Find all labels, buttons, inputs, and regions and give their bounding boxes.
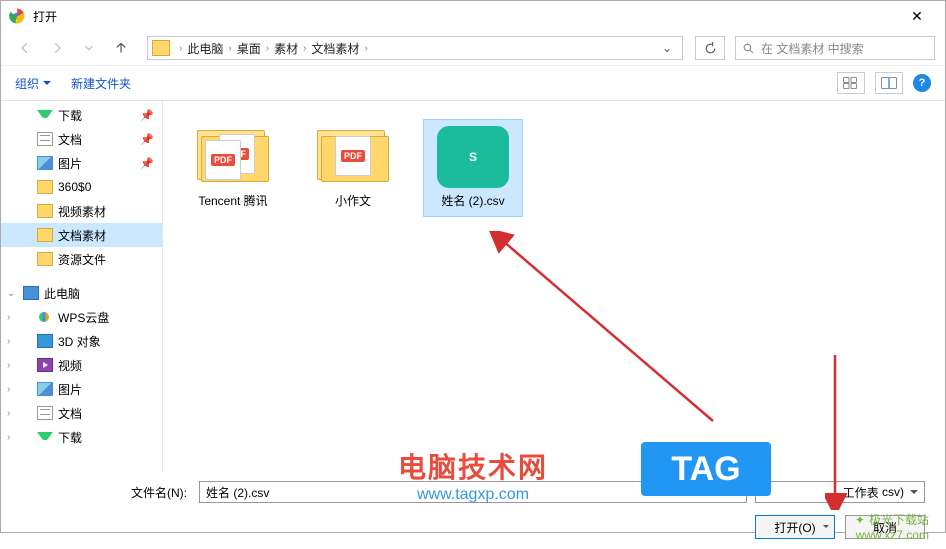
recent-button[interactable]: [75, 34, 103, 62]
search-placeholder: 在 文档素材 中搜索: [761, 40, 864, 57]
window-title: 打开: [33, 8, 897, 25]
sidebar: 下载 📌 文档 📌 图片 📌 360$0 视频素材 文档素材 资源文件 ⌄此电脑 ›W…: [1, 101, 163, 471]
file-item-csv[interactable]: S 姓名 (2).csv: [423, 119, 523, 217]
filename-input[interactable]: [199, 481, 747, 503]
file-item-folder[interactable]: PDF PDF Tencent 腾讯: [183, 119, 283, 217]
sidebar-label: 360$0: [58, 180, 91, 194]
help-button[interactable]: ?: [913, 74, 931, 92]
sidebar-item-downloads[interactable]: 下载 📌: [1, 103, 162, 127]
toolbar: 组织 新建文件夹 ?: [1, 65, 945, 101]
sidebar-item-3d[interactable]: ›3D 对象: [1, 329, 162, 353]
folder-icon: [37, 252, 53, 266]
sidebar-label: 视频素材: [58, 203, 106, 220]
sidebar-label: WPS云盘: [58, 309, 109, 326]
sidebar-label: 文档: [58, 405, 82, 422]
sidebar-label: 此电脑: [44, 285, 80, 302]
crumb-material[interactable]: 素材: [274, 40, 298, 57]
breadcrumb[interactable]: › 此电脑 › 桌面 › 素材 › 文档素材 › ⌄: [147, 36, 683, 60]
crumb-pc[interactable]: 此电脑: [187, 40, 223, 57]
sidebar-label: 下载: [58, 429, 82, 446]
main-area: 下载 📌 文档 📌 图片 📌 360$0 视频素材 文档素材 资源文件 ⌄此电脑 ›W…: [1, 101, 945, 471]
sidebar-label: 视频: [58, 357, 82, 374]
new-folder-button[interactable]: 新建文件夹: [71, 75, 131, 92]
sidebar-label: 下载: [58, 107, 82, 124]
filetype-select[interactable]: 工作表 csv): [755, 481, 925, 503]
forward-button[interactable]: [43, 34, 71, 62]
up-button[interactable]: [107, 34, 135, 62]
folder-icon: [37, 180, 53, 194]
sidebar-item-videomat[interactable]: 视频素材: [1, 199, 162, 223]
file-label: 小作文: [335, 194, 371, 210]
search-input[interactable]: 在 文档素材 中搜索: [735, 36, 935, 60]
download-icon: [37, 110, 53, 124]
sidebar-item-downloads2[interactable]: ›下载: [1, 425, 162, 449]
sidebar-item-wps[interactable]: ›WPS云盘: [1, 305, 162, 329]
pin-icon: 📌: [140, 157, 154, 170]
sidebar-item-360[interactable]: 360$0: [1, 175, 162, 199]
sidebar-label: 图片: [58, 381, 82, 398]
video-icon: [37, 358, 53, 372]
sidebar-label: 图片: [58, 155, 82, 172]
file-label: Tencent 腾讯: [198, 194, 267, 210]
organize-button[interactable]: 组织: [15, 75, 51, 92]
sidebar-label: 文档素材: [58, 227, 106, 244]
sidebar-item-pictures[interactable]: 图片 📌: [1, 151, 162, 175]
refresh-button[interactable]: [695, 36, 725, 60]
folder-icon: [37, 204, 53, 218]
sidebar-item-resfiles[interactable]: 资源文件: [1, 247, 162, 271]
sidebar-item-pictures2[interactable]: ›图片: [1, 377, 162, 401]
pin-icon: 📌: [140, 109, 154, 122]
sidebar-item-videos[interactable]: ›视频: [1, 353, 162, 377]
footer: 文件名(N): 工作表 csv) 打开(O) 取消: [1, 471, 945, 549]
sidebar-item-documents2[interactable]: ›文档: [1, 401, 162, 425]
picture-icon: [37, 156, 53, 170]
chrome-icon: [9, 8, 25, 24]
folder-thumbnail: PDF: [317, 126, 389, 188]
sidebar-item-docmat[interactable]: 文档素材: [1, 223, 162, 247]
folder-thumbnail: PDF PDF: [197, 126, 269, 188]
sidebar-item-thispc[interactable]: ⌄此电脑: [1, 281, 162, 305]
document-icon: [37, 406, 53, 420]
file-item-folder[interactable]: PDF 小作文: [303, 119, 403, 217]
sidebar-label: 资源文件: [58, 251, 106, 268]
file-label: 姓名 (2).csv: [441, 194, 504, 210]
cube-icon: [37, 334, 53, 348]
sidebar-label: 3D 对象: [58, 333, 101, 350]
open-button[interactable]: 打开(O): [755, 515, 835, 539]
document-icon: [37, 132, 53, 146]
file-list: PDF PDF Tencent 腾讯 PDF 小作文 S 姓名 (2).csv: [163, 101, 945, 471]
folder-icon: [37, 228, 53, 242]
download-icon: [37, 432, 53, 446]
annotation-arrow: [483, 231, 733, 431]
back-button[interactable]: [11, 34, 39, 62]
crumb-desktop[interactable]: 桌面: [237, 40, 261, 57]
cancel-button[interactable]: 取消: [845, 515, 925, 539]
close-button[interactable]: ✕: [897, 8, 937, 25]
sidebar-item-documents[interactable]: 文档 📌: [1, 127, 162, 151]
navbar: › 此电脑 › 桌面 › 素材 › 文档素材 › ⌄ 在 文档素材 中搜索: [1, 31, 945, 65]
picture-icon: [37, 382, 53, 396]
csv-thumbnail: S: [437, 126, 509, 188]
breadcrumb-dropdown[interactable]: ⌄: [656, 41, 678, 55]
folder-icon: [152, 40, 170, 56]
view-mode-button[interactable]: [837, 72, 865, 94]
pin-icon: 📌: [140, 133, 154, 146]
titlebar: 打开 ✕: [1, 1, 945, 31]
filename-label: 文件名(N):: [131, 484, 187, 501]
crumb-docmaterial[interactable]: 文档素材: [311, 40, 359, 57]
pc-icon: [23, 286, 39, 300]
sidebar-label: 文档: [58, 131, 82, 148]
preview-pane-button[interactable]: [875, 72, 903, 94]
wps-icon: [37, 310, 53, 324]
search-icon: [742, 42, 755, 55]
